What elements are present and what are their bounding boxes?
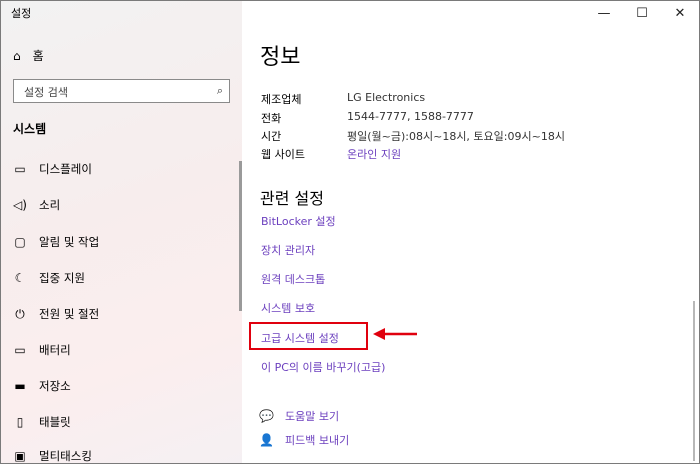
page-title: 정보	[260, 45, 301, 70]
rename-pc-link[interactable]: 이 PC의 이름 바꾸기(고급)	[261, 359, 385, 375]
minimize-icon: —	[597, 5, 611, 21]
help-label: 도움말 보기	[285, 410, 340, 423]
minimize-button[interactable]: —	[585, 1, 623, 25]
sidebar-item-label: 집중 지원	[39, 271, 85, 285]
sidebar-item-sound[interactable]: ◁) 소리	[13, 197, 60, 213]
home-icon: ⌂	[13, 48, 21, 63]
search-icon[interactable]: ⌕	[217, 84, 223, 98]
window-title: 설정	[11, 7, 32, 20]
sidebar-item-notifications[interactable]: ▢ 알림 및 작업	[13, 234, 99, 250]
display-icon: ▭	[14, 162, 26, 176]
feedback-link[interactable]: 👤 피드백 보내기	[259, 432, 349, 448]
sidebar-item-label: 태블릿	[39, 415, 71, 429]
maximize-icon: ☐	[636, 5, 648, 21]
info-row-manufacturer: 제조업체 LG Electronics	[261, 91, 425, 107]
info-value: 평일(월~금):08시~18시, 토요일:09시~18시	[347, 130, 565, 143]
sidebar-item-label: 멀티태스킹	[39, 449, 92, 463]
moon-icon: ☾	[14, 271, 26, 285]
maximize-button[interactable]: ☐	[623, 1, 661, 25]
sidebar-item-battery[interactable]: ▭ 배터리	[13, 342, 71, 358]
sidebar: 설정 ⌂ 홈 설정 검색 ⌕ 시스템 ▭ 디스플레이 ◁) 소리 ▢ 알림 및 …	[1, 1, 242, 463]
system-protection-link[interactable]: 시스템 보호	[261, 300, 315, 316]
info-key: 제조업체	[261, 93, 302, 106]
related-settings-title: 관련 설정	[260, 189, 324, 208]
info-row-phone: 전화 1544-7777, 1588-7777	[261, 110, 474, 126]
multitasking-icon: ▣	[14, 449, 26, 463]
storage-icon: ▬	[14, 379, 26, 393]
feedback-icon: 👤	[259, 433, 274, 447]
sidebar-item-label: 소리	[39, 198, 61, 212]
sidebar-item-focus[interactable]: ☾ 집중 지원	[13, 270, 85, 286]
notification-icon: ▢	[14, 235, 26, 249]
close-icon: ✕	[674, 5, 686, 21]
search-placeholder: 설정 검색	[24, 86, 68, 99]
highlight-box	[249, 322, 368, 350]
arrow-annotation	[373, 328, 417, 340]
sidebar-item-multitasking[interactable]: ▣ 멀티태스킹	[13, 448, 92, 463]
feedback-label: 피드백 보내기	[285, 434, 350, 447]
power-icon: ⏻	[15, 306, 25, 321]
help-chat-icon: 💬	[259, 409, 274, 423]
info-row-website: 웹 사이트 온라인 지원	[261, 146, 401, 162]
bitlocker-settings-link[interactable]: BitLocker 설정	[261, 213, 336, 229]
help-link[interactable]: 💬 도움말 보기	[259, 408, 339, 424]
sidebar-item-display[interactable]: ▭ 디스플레이	[13, 161, 92, 177]
speaker-icon: ◁)	[13, 198, 27, 212]
home-label: 홈	[32, 49, 44, 63]
device-manager-link[interactable]: 장치 관리자	[261, 242, 315, 258]
info-key: 웹 사이트	[261, 148, 305, 161]
main-panel: — ☐ ✕ 정보 제조업체 LG Electronics 전화 1544-777…	[242, 1, 699, 463]
tablet-icon: ▯	[16, 415, 24, 429]
remote-desktop-link[interactable]: 원격 데스크톱	[261, 271, 325, 287]
sidebar-item-label: 배터리	[39, 343, 71, 357]
info-key: 시간	[261, 130, 282, 143]
search-input[interactable]: 설정 검색 ⌕	[13, 79, 230, 103]
sidebar-item-label: 전원 및 절전	[39, 307, 100, 321]
sidebar-item-label: 디스플레이	[39, 162, 92, 176]
sidebar-item-label: 저장소	[39, 379, 71, 393]
close-button[interactable]: ✕	[661, 1, 699, 25]
info-value: 1544-7777, 1588-7777	[347, 110, 474, 123]
home-nav[interactable]: ⌂ 홈	[13, 47, 44, 64]
info-value: LG Electronics	[347, 91, 426, 104]
info-row-hours: 시간 평일(월~금):08시~18시, 토요일:09시~18시	[261, 128, 565, 144]
info-key: 전화	[261, 112, 282, 125]
section-label: 시스템	[13, 122, 47, 136]
sidebar-item-label: 알림 및 작업	[39, 235, 100, 249]
window-controls: — ☐ ✕	[585, 1, 699, 27]
battery-icon: ▭	[14, 343, 26, 357]
sidebar-item-storage[interactable]: ▬ 저장소	[13, 378, 71, 394]
sidebar-item-tablet[interactable]: ▯ 태블릿	[13, 414, 71, 430]
sidebar-item-power[interactable]: ⏻ 전원 및 절전	[13, 306, 99, 322]
main-scrollbar[interactable]	[693, 301, 695, 461]
settings-window: 설정 ⌂ 홈 설정 검색 ⌕ 시스템 ▭ 디스플레이 ◁) 소리 ▢ 알림 및 …	[0, 0, 700, 464]
online-support-link[interactable]: 온라인 지원	[347, 146, 401, 162]
